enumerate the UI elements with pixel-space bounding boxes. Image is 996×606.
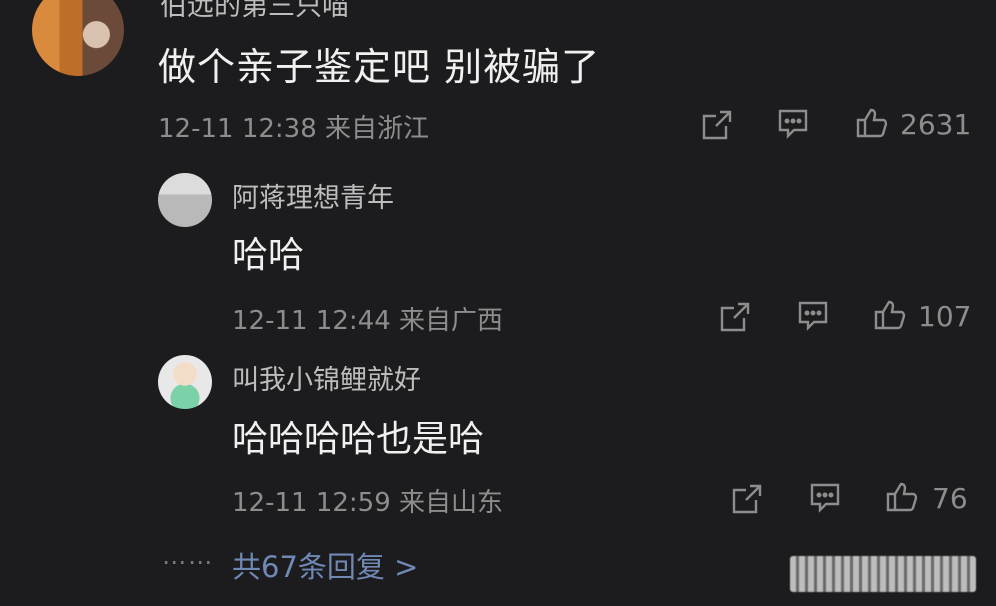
like-count: 107 [918,300,972,333]
comment-icon[interactable] [796,298,830,332]
like-icon[interactable] [854,106,888,140]
like-count: 76 [932,482,968,515]
watermark [790,556,976,592]
reply-text: 哈哈哈哈也是哈 [232,419,485,460]
avatar[interactable] [158,173,212,227]
avatar[interactable] [32,0,124,76]
avatar[interactable] [158,355,212,409]
reply-username[interactable]: 叫我小锦鲤就好 [232,358,421,397]
comment-timestamp: 12-11 12:38 来自浙江 [158,114,430,144]
share-icon[interactable] [700,108,734,142]
comment-username[interactable]: 伯远的第三只喵 [160,0,349,23]
like-icon[interactable] [872,298,906,332]
like-icon[interactable] [884,480,918,514]
reply-timestamp: 12-11 12:44 来自广西 [232,306,504,336]
reply-timestamp: 12-11 12:59 来自山东 [232,488,504,518]
reply-text: 哈哈 [232,235,305,276]
more-dots: ⋯⋯ [162,548,214,576]
share-icon[interactable] [718,300,752,334]
comment-text: 做个亲子鉴定吧 别被骗了 [158,45,601,89]
share-icon[interactable] [730,482,764,516]
like-count: 2631 [900,108,972,141]
view-more-replies-link[interactable]: 共67条回复 > [232,544,418,586]
comment-icon[interactable] [808,480,842,514]
comment-icon[interactable] [776,106,810,140]
reply-username[interactable]: 阿蒋理想青年 [232,176,394,215]
